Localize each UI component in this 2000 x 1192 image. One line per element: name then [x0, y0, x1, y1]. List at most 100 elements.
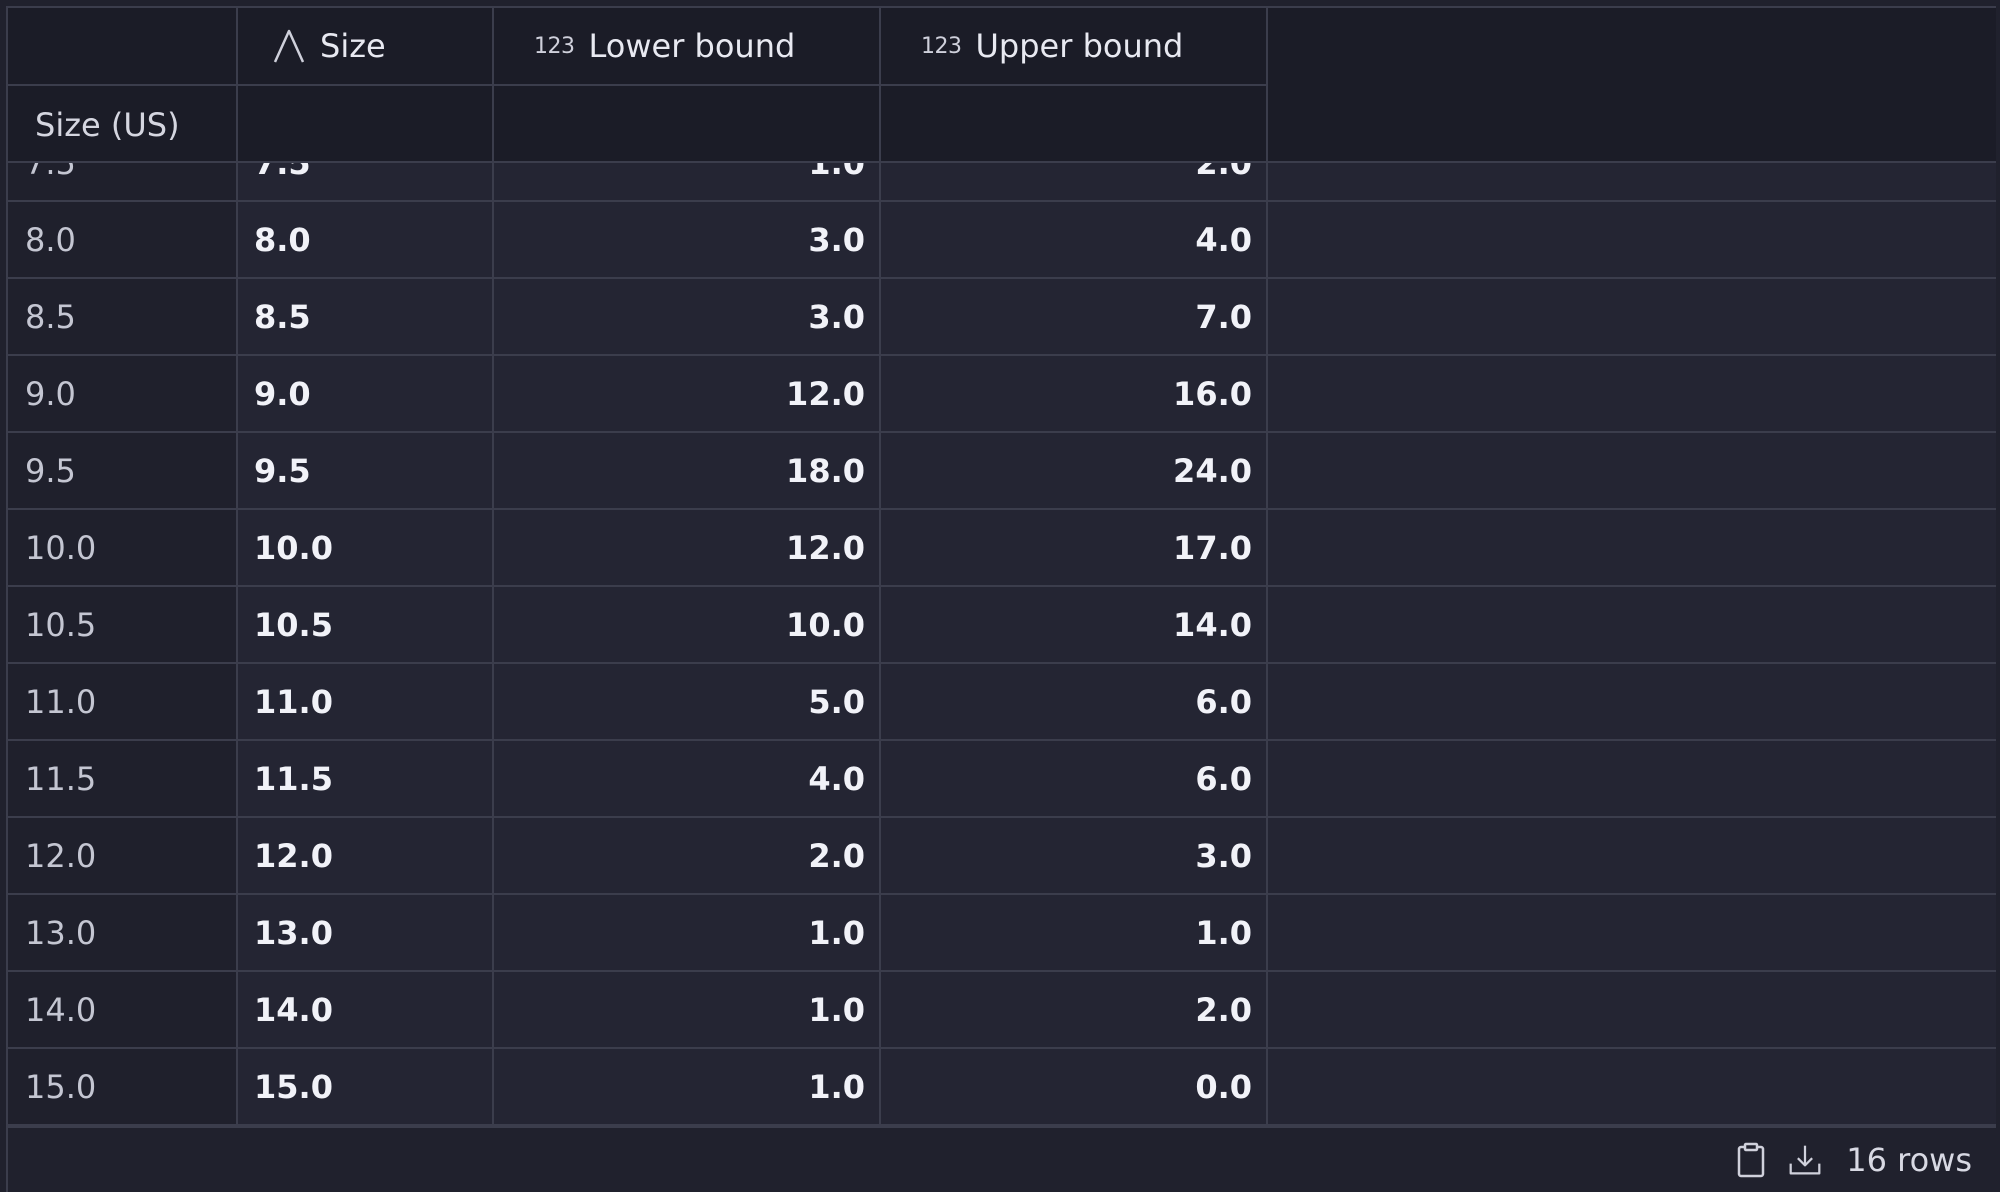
index-cell[interactable]: 7.5 [8, 163, 238, 200]
lower-bound-cell[interactable]: 12.0 [494, 510, 881, 585]
table-footer: 16 rows [6, 1126, 1996, 1192]
table-row[interactable]: 11.0 11.0 5.0 6.0 [8, 664, 1996, 741]
row-empty-area [1268, 356, 1996, 431]
table-row[interactable]: 9.0 9.0 12.0 16.0 [8, 356, 1996, 433]
index-cell[interactable]: 15.0 [8, 1049, 238, 1124]
upper-bound-cell[interactable]: 2.0 [881, 972, 1268, 1047]
table-row[interactable]: 11.5 11.5 4.0 6.0 [8, 741, 1996, 818]
column-header-label: Lower bound [588, 27, 796, 65]
row-empty-area [1268, 163, 1996, 200]
index-corner-cell [8, 8, 238, 86]
index-cell[interactable]: 8.5 [8, 279, 238, 354]
table-row[interactable]: 10.5 10.5 10.0 14.0 [8, 587, 1996, 664]
clipboard-icon[interactable] [1734, 1141, 1768, 1179]
table-row[interactable]: 15.0 15.0 1.0 0.0 [8, 1049, 1996, 1126]
string-type-icon [273, 29, 305, 63]
size-cell[interactable]: 15.0 [238, 1049, 494, 1124]
download-icon[interactable] [1788, 1141, 1822, 1179]
index-header[interactable]: Size (US) [8, 86, 238, 163]
index-cell[interactable]: 11.5 [8, 741, 238, 816]
column-header-upper-bound[interactable]: 123 Upper bound [881, 8, 1268, 86]
table-body[interactable]: 7.57.51.02.08.08.03.04.08.58.53.07.09.09… [8, 163, 1996, 1126]
table-row[interactable]: 14.0 14.0 1.0 2.0 [8, 972, 1996, 1049]
lower-bound-cell[interactable]: 1.0 [494, 1049, 881, 1124]
size-cell[interactable]: 11.5 [238, 741, 494, 816]
numeric-type-icon: 123 [534, 33, 575, 59]
row-empty-area [1268, 972, 1996, 1047]
row-empty-area [1268, 664, 1996, 739]
index-cell[interactable]: 9.0 [8, 356, 238, 431]
column-header-label: Upper bound [975, 27, 1184, 65]
row-empty-area [1268, 202, 1996, 277]
table-row[interactable]: 7.57.51.02.0 [8, 163, 1996, 202]
upper-bound-cell[interactable]: 2.0 [881, 163, 1268, 200]
table-row[interactable]: 12.0 12.0 2.0 3.0 [8, 818, 1996, 895]
size-cell[interactable]: 11.0 [238, 664, 494, 739]
size-cell[interactable]: 7.5 [238, 163, 494, 200]
upper-bound-cell[interactable]: 3.0 [881, 818, 1268, 893]
table-row[interactable]: 8.5 8.5 3.0 7.0 [8, 279, 1996, 356]
column-header-lower-bound[interactable]: 123 Lower bound [494, 8, 881, 86]
row-count: 16 rows [1846, 1141, 1972, 1179]
lower-bound-cell[interactable]: 5.0 [494, 664, 881, 739]
index-cell[interactable]: 8.0 [8, 202, 238, 277]
upper-bound-cell[interactable]: 7.0 [881, 279, 1268, 354]
row-empty-area [1268, 895, 1996, 970]
upper-bound-cell[interactable]: 4.0 [881, 202, 1268, 277]
upper-bound-cell[interactable]: 17.0 [881, 510, 1268, 585]
index-cell[interactable]: 9.5 [8, 433, 238, 508]
lower-bound-cell[interactable]: 18.0 [494, 433, 881, 508]
table-row[interactable]: 10.0 10.0 12.0 17.0 [8, 510, 1996, 587]
upper-bound-cell[interactable]: 14.0 [881, 587, 1268, 662]
size-cell[interactable]: 10.5 [238, 587, 494, 662]
lower-bound-cell[interactable]: 3.0 [494, 279, 881, 354]
lower-bound-cell[interactable]: 1.0 [494, 163, 881, 200]
size-cell[interactable]: 8.5 [238, 279, 494, 354]
index-header-spacer [881, 86, 1268, 163]
upper-bound-cell[interactable]: 24.0 [881, 433, 1268, 508]
upper-bound-cell[interactable]: 0.0 [881, 1049, 1268, 1124]
header-empty-area [1268, 8, 1996, 163]
row-empty-area [1268, 279, 1996, 354]
lower-bound-cell[interactable]: 3.0 [494, 202, 881, 277]
size-cell[interactable]: 9.5 [238, 433, 494, 508]
rows-container: 7.57.51.02.08.08.03.04.08.58.53.07.09.09… [8, 163, 1996, 1126]
index-cell[interactable]: 10.0 [8, 510, 238, 585]
upper-bound-cell[interactable]: 1.0 [881, 895, 1268, 970]
upper-bound-cell[interactable]: 6.0 [881, 741, 1268, 816]
size-cell[interactable]: 9.0 [238, 356, 494, 431]
index-cell[interactable]: 10.5 [8, 587, 238, 662]
row-empty-area [1268, 587, 1996, 662]
size-cell[interactable]: 8.0 [238, 202, 494, 277]
lower-bound-cell[interactable]: 1.0 [494, 972, 881, 1047]
table-row[interactable]: 13.0 13.0 1.0 1.0 [8, 895, 1996, 972]
table-row[interactable]: 8.0 8.0 3.0 4.0 [8, 202, 1996, 279]
index-header-spacer [494, 86, 881, 163]
index-cell[interactable]: 13.0 [8, 895, 238, 970]
index-cell[interactable]: 12.0 [8, 818, 238, 893]
upper-bound-cell[interactable]: 16.0 [881, 356, 1268, 431]
row-empty-area [1268, 741, 1996, 816]
index-cell[interactable]: 14.0 [8, 972, 238, 1047]
index-header-label: Size (US) [35, 105, 180, 144]
table-row[interactable]: 9.5 9.5 18.0 24.0 [8, 433, 1996, 510]
lower-bound-cell[interactable]: 1.0 [494, 895, 881, 970]
lower-bound-cell[interactable]: 4.0 [494, 741, 881, 816]
data-grid[interactable]: Size 123 Lower bound 123 Upper bound Siz… [6, 6, 1996, 1126]
numeric-type-icon: 123 [921, 33, 962, 59]
size-cell[interactable]: 10.0 [238, 510, 494, 585]
row-empty-area [1268, 510, 1996, 585]
column-header-label: Size [320, 27, 386, 65]
row-empty-area [1268, 818, 1996, 893]
index-cell[interactable]: 11.0 [8, 664, 238, 739]
lower-bound-cell[interactable]: 2.0 [494, 818, 881, 893]
lower-bound-cell[interactable]: 10.0 [494, 587, 881, 662]
column-header-size[interactable]: Size [238, 8, 494, 86]
lower-bound-cell[interactable]: 12.0 [494, 356, 881, 431]
size-cell[interactable]: 12.0 [238, 818, 494, 893]
size-cell[interactable]: 13.0 [238, 895, 494, 970]
upper-bound-cell[interactable]: 6.0 [881, 664, 1268, 739]
size-cell[interactable]: 14.0 [238, 972, 494, 1047]
index-header-spacer [238, 86, 494, 163]
footer-toolbar: 16 rows [1734, 1128, 1972, 1192]
